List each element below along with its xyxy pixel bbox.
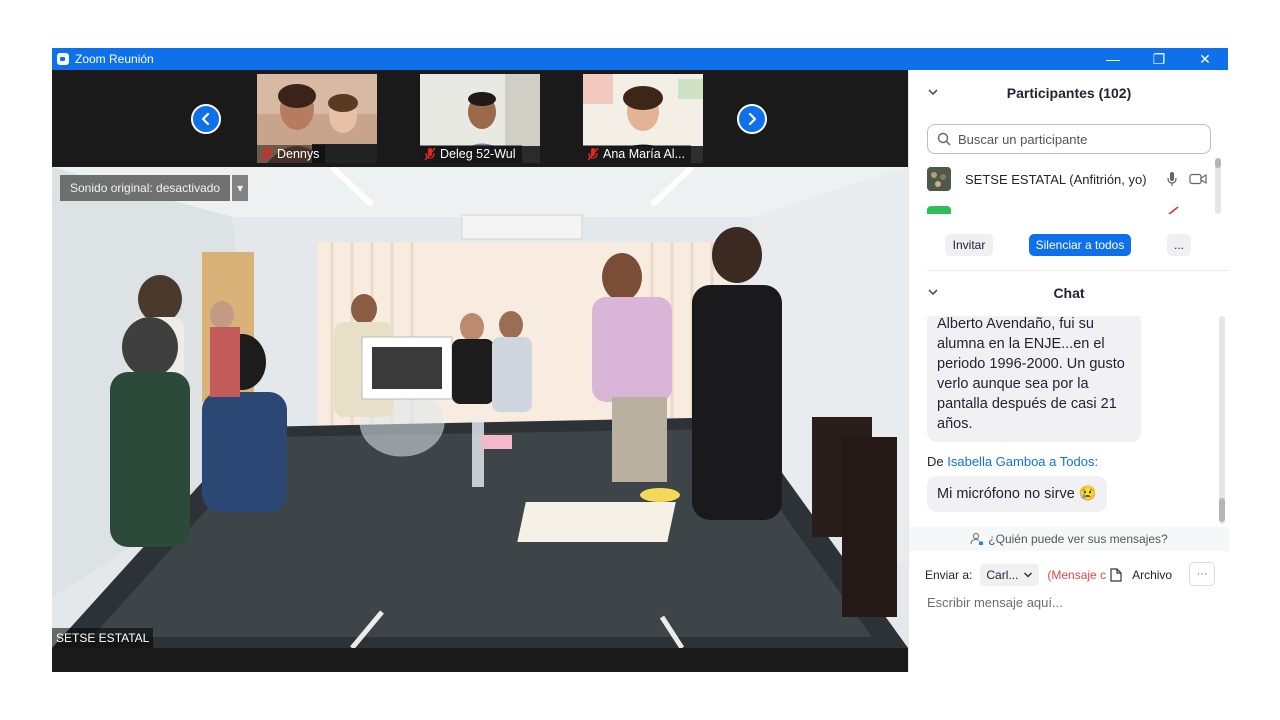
chat-sender-line: De Isabella Gamboa a Todos: (927, 454, 1098, 469)
participant-name-tag: Ana María Al... (583, 145, 691, 163)
private-message-tag: (Mensaje c (1047, 568, 1107, 582)
file-icon[interactable] (1110, 568, 1122, 582)
meeting-bottom-bar (52, 648, 908, 672)
mic-muted-icon (261, 147, 273, 161)
original-sound-dropdown[interactable]: ▾ (232, 175, 249, 201)
panel-divider (927, 270, 1229, 271)
video-camera-icon[interactable] (1189, 173, 1207, 185)
chat-scrollbar[interactable] (1219, 316, 1225, 524)
prev-page-button[interactable] (191, 104, 221, 134)
invite-button[interactable]: Invitar (945, 234, 993, 256)
participants-title: Participantes (102) (1006, 85, 1132, 101)
recipient-name[interactable]: Todos: (1060, 454, 1098, 469)
avatar (927, 206, 951, 214)
participant-name: Ana María Al... (603, 147, 685, 161)
participant-name-tag: Dennys (257, 145, 326, 163)
chat-message-line: verlo aunque sea por la (937, 376, 1089, 392)
window-title: Zoom Reunión (75, 52, 154, 66)
participant-strip: Dennys Deleg 52-Wul Ana María Al... (52, 70, 908, 167)
chat-header: Chat (909, 272, 1229, 314)
participant-name: Dennys (277, 147, 320, 161)
chevron-down-icon[interactable] (927, 287, 939, 297)
sender-name[interactable]: Isabella Gamboa (947, 454, 1045, 469)
who-can-see-banner[interactable]: ¿Quién puede ver sus mensajes? (909, 527, 1229, 551)
video-area: Dennys Deleg 52-Wul Ana María Al... Soni… (52, 70, 908, 672)
zoom-app-icon (57, 53, 69, 65)
mute-all-button[interactable]: Silenciar a todos (1029, 234, 1131, 256)
title-bar: Zoom Reunión — ❐ ✕ (52, 48, 1228, 70)
from-prefix: De (927, 454, 944, 469)
chevron-right-icon (748, 112, 757, 126)
send-to-label: Enviar a: (925, 568, 973, 582)
chat-message-line: alumna en la ENJE...en el (937, 336, 1105, 352)
chat-message-line: periodo 1996-2000. Un gusto (937, 356, 1125, 372)
chat-more-button[interactable]: ··· (1189, 562, 1215, 586)
to-prefix: a (1049, 454, 1057, 469)
search-icon (937, 132, 951, 146)
side-panel: Participantes (102) SETSE ESTATAL (Anfit… (908, 70, 1229, 672)
participants-scrollbar[interactable] (1215, 158, 1221, 214)
participant-row-partial (927, 200, 1217, 214)
chat-message-text: Mi micrófono no sirve 😢 (937, 486, 1097, 502)
participant-search-input[interactable] (956, 130, 1200, 148)
person-lock-icon (970, 532, 984, 545)
chat-title: Chat (1053, 285, 1085, 301)
chat-message-bubble: Mi micrófono no sirve 😢 (927, 476, 1107, 512)
avatar (927, 167, 951, 191)
chevron-down-icon[interactable] (927, 87, 939, 97)
recipient-select[interactable]: Carl... (980, 564, 1040, 586)
mic-muted-icon (587, 147, 599, 161)
participant-row[interactable]: SETSE ESTATAL (Anfitrión, yo) (927, 164, 1211, 194)
recipient-select-value: Carl... (986, 568, 1019, 582)
chat-message-line: pantalla después de casi 21 (937, 396, 1117, 412)
chat-scroll-thumb[interactable] (1219, 498, 1225, 522)
chat-messages: Alberto Avendaño, fui su alumna en la EN… (927, 316, 1223, 524)
speaker-name-tag: SETSE ESTATAL (52, 628, 154, 648)
mic-muted-icon (424, 147, 436, 161)
participant-video-tile[interactable]: Dennys (257, 74, 377, 163)
close-button[interactable]: ✕ (1182, 48, 1228, 70)
active-speaker-video[interactable]: Sonido original: desactivado ▾ SETSE EST… (52, 167, 908, 648)
mic-muted-icon (1168, 206, 1179, 214)
participants-scroll-thumb[interactable] (1215, 158, 1221, 168)
restore-button[interactable]: ❐ (1136, 48, 1182, 70)
participant-name: SETSE ESTATAL (Anfitrión, yo) (965, 171, 1147, 187)
participants-header: Participantes (102) (909, 72, 1229, 114)
file-button-label[interactable]: Archivo (1132, 568, 1172, 582)
next-page-button[interactable] (737, 104, 767, 134)
microphone-icon[interactable] (1167, 172, 1177, 187)
participant-name: Deleg 52-Wul (440, 147, 516, 161)
chevron-down-icon (1024, 572, 1033, 578)
original-sound-control: Sonido original: desactivado ▾ (60, 175, 249, 201)
zoom-window: Zoom Reunión — ❐ ✕ Dennys Deleg 52-Wul A… (52, 48, 1229, 672)
chat-message-line: Alberto Avendaño, fui su (937, 316, 1094, 332)
who-can-see-text: ¿Quién puede ver sus mensajes? (988, 532, 1168, 546)
participants-more-button[interactable]: ... (1167, 234, 1191, 256)
meeting-room-video-image (52, 167, 908, 648)
participant-video-tile[interactable]: Ana María Al... (583, 74, 703, 163)
send-to-row: Enviar a: Carl... (Mensaje c Archivo ··· (925, 562, 1215, 588)
avatar-image (927, 167, 951, 191)
participant-name-tag: Deleg 52-Wul (420, 145, 522, 163)
minimize-button[interactable]: — (1090, 48, 1136, 70)
chat-message-bubble: Alberto Avendaño, fui su alumna en la EN… (927, 316, 1141, 442)
chevron-left-icon (201, 112, 210, 126)
chat-message-input[interactable] (925, 594, 1219, 611)
participant-video-tile[interactable]: Deleg 52-Wul (420, 74, 540, 163)
original-sound-toggle[interactable]: Sonido original: desactivado (60, 175, 231, 201)
chat-message-line: años. (937, 416, 973, 432)
participant-search-box[interactable] (927, 124, 1211, 154)
